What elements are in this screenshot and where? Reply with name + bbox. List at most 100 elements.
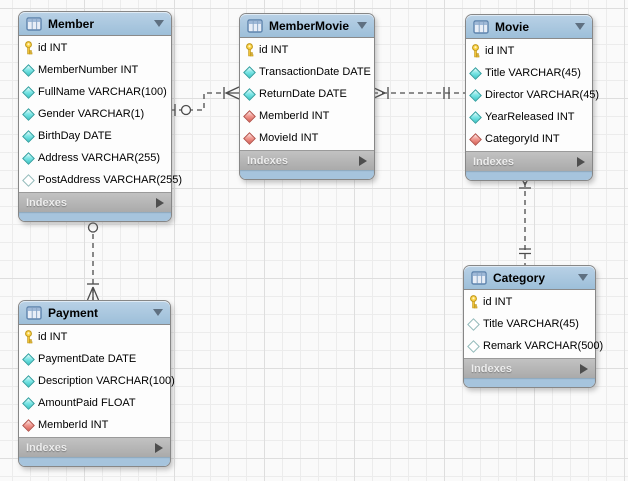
table-member[interactable]: Member id INT MemberNumber INT FullName … xyxy=(18,11,172,222)
column-row[interactable]: AmountPaid FLOAT xyxy=(19,392,170,414)
table-header[interactable]: Payment xyxy=(19,301,170,325)
table-icon xyxy=(26,306,42,320)
column-notnull-icon xyxy=(22,86,35,99)
column-row[interactable]: PostAddress VARCHAR(255) xyxy=(19,169,171,191)
primary-key-icon xyxy=(468,295,479,309)
column-row[interactable]: Remark VARCHAR(500) xyxy=(464,335,595,357)
indexes-footer[interactable]: Indexes xyxy=(19,192,171,212)
table-category[interactable]: Category id INT Title VARCHAR(45) Remark… xyxy=(463,265,596,388)
table-bottom-strip xyxy=(19,457,170,466)
table-header[interactable]: Movie xyxy=(466,15,592,39)
column-notnull-icon xyxy=(22,64,35,77)
column-notnull-icon xyxy=(22,108,35,121)
column-notnull-icon xyxy=(469,111,482,124)
indexes-label: Indexes xyxy=(471,363,580,375)
column-row[interactable]: CategoryId INT xyxy=(466,128,592,150)
column-row[interactable]: TransactionDate DATE xyxy=(240,61,374,83)
column-label: BirthDay DATE xyxy=(38,130,112,142)
column-list: id INT Title VARCHAR(45) Director VARCHA… xyxy=(466,39,592,151)
column-row[interactable]: YearReleased INT xyxy=(466,106,592,128)
column-row[interactable]: MemberNumber INT xyxy=(19,59,171,81)
table-title: Member xyxy=(48,17,148,31)
column-foreign-key-icon xyxy=(243,110,256,123)
table-title: Payment xyxy=(48,306,147,320)
column-row[interactable]: MemberId INT xyxy=(240,105,374,127)
column-label: ReturnDate DATE xyxy=(259,88,347,100)
column-notnull-icon xyxy=(22,353,35,366)
indexes-footer[interactable]: Indexes xyxy=(19,437,170,457)
table-icon xyxy=(26,17,42,31)
column-row[interactable]: id INT xyxy=(464,291,595,313)
column-row[interactable]: Title VARCHAR(45) xyxy=(464,313,595,335)
column-notnull-icon xyxy=(22,130,35,143)
column-row[interactable]: MovieId INT xyxy=(240,127,374,149)
relationship-member-payment[interactable] xyxy=(87,216,99,300)
table-icon xyxy=(471,271,487,285)
indexes-label: Indexes xyxy=(26,442,155,454)
table-title: Category xyxy=(493,271,572,285)
table-bottom-strip xyxy=(240,170,374,179)
column-label: id INT xyxy=(38,331,67,343)
indexes-footer[interactable]: Indexes xyxy=(466,151,592,171)
column-label: id INT xyxy=(483,296,512,308)
table-icon xyxy=(473,20,489,34)
indexes-footer[interactable]: Indexes xyxy=(240,150,374,170)
column-foreign-key-icon xyxy=(469,133,482,146)
column-nullable-icon xyxy=(22,174,35,187)
expand-arrow-icon[interactable] xyxy=(580,364,588,374)
column-row[interactable]: id INT xyxy=(19,37,171,59)
column-label: TransactionDate DATE xyxy=(259,66,371,78)
expand-arrow-icon[interactable] xyxy=(155,443,163,453)
column-list: id INT Title VARCHAR(45) Remark VARCHAR(… xyxy=(464,290,595,358)
column-row[interactable]: id INT xyxy=(19,326,170,348)
column-row[interactable]: Title VARCHAR(45) xyxy=(466,62,592,84)
collapse-arrow-icon[interactable] xyxy=(357,22,367,29)
column-label: AmountPaid FLOAT xyxy=(38,397,136,409)
relationship-member-membermovie[interactable] xyxy=(170,87,239,116)
column-label: id INT xyxy=(485,45,514,57)
column-row[interactable]: Director VARCHAR(45) xyxy=(466,84,592,106)
column-row[interactable]: PaymentDate DATE xyxy=(19,348,170,370)
column-row[interactable]: ReturnDate DATE xyxy=(240,83,374,105)
relationship-movie-category[interactable] xyxy=(519,173,531,265)
column-row[interactable]: FullName VARCHAR(100) xyxy=(19,81,171,103)
indexes-label: Indexes xyxy=(473,156,577,168)
table-header[interactable]: Category xyxy=(464,266,595,290)
column-label: MemberId INT xyxy=(259,110,329,122)
column-row[interactable]: Gender VARCHAR(1) xyxy=(19,103,171,125)
column-label: Description VARCHAR(100) xyxy=(38,375,175,387)
relationship-membermovie-movie[interactable] xyxy=(373,87,465,99)
indexes-label: Indexes xyxy=(247,155,359,167)
column-label: id INT xyxy=(38,42,67,54)
expand-arrow-icon[interactable] xyxy=(359,156,367,166)
column-row[interactable]: Address VARCHAR(255) xyxy=(19,147,171,169)
column-label: Address VARCHAR(255) xyxy=(38,152,160,164)
primary-key-icon xyxy=(244,43,255,57)
column-row[interactable]: MemberId INT xyxy=(19,414,170,436)
column-list: id INT PaymentDate DATE Description VARC… xyxy=(19,325,170,437)
table-header[interactable]: Member xyxy=(19,12,171,36)
column-row[interactable]: id INT xyxy=(466,40,592,62)
table-membermovie[interactable]: MemberMovie id INT TransactionDate DATE … xyxy=(239,13,375,180)
collapse-arrow-icon[interactable] xyxy=(153,309,163,316)
expand-arrow-icon[interactable] xyxy=(577,157,585,167)
table-header[interactable]: MemberMovie xyxy=(240,14,374,38)
column-row[interactable]: id INT xyxy=(240,39,374,61)
column-row[interactable]: Description VARCHAR(100) xyxy=(19,370,170,392)
collapse-arrow-icon[interactable] xyxy=(578,274,588,281)
column-notnull-icon xyxy=(22,152,35,165)
table-bottom-strip xyxy=(466,171,592,180)
indexes-footer[interactable]: Indexes xyxy=(464,358,595,378)
column-row[interactable]: BirthDay DATE xyxy=(19,125,171,147)
table-movie[interactable]: Movie id INT Title VARCHAR(45) Director … xyxy=(465,14,593,181)
column-label: MemberNumber INT xyxy=(38,64,138,76)
collapse-arrow-icon[interactable] xyxy=(154,20,164,27)
column-notnull-icon xyxy=(469,89,482,102)
table-title: MemberMovie xyxy=(269,19,351,33)
column-label: id INT xyxy=(259,44,288,56)
column-foreign-key-icon xyxy=(22,419,35,432)
collapse-arrow-icon[interactable] xyxy=(575,23,585,30)
expand-arrow-icon[interactable] xyxy=(156,198,164,208)
column-notnull-icon xyxy=(243,88,256,101)
table-payment[interactable]: Payment id INT PaymentDate DATE Descript… xyxy=(18,300,171,467)
